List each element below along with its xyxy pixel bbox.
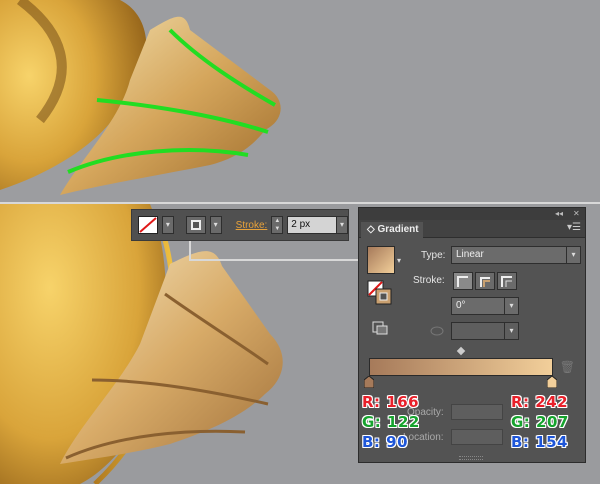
stroke-label: Stroke: [413,275,445,286]
gradient-swatch-dropdown-icon[interactable]: ▾ [397,256,401,265]
aspect-ratio-icon [430,326,444,336]
close-panel-icon[interactable]: ✕ [573,208,580,220]
right-stop-blue-value: B: 154 [511,433,568,451]
right-stop-green-value: G: 207 [511,413,569,431]
spin-up-icon[interactable]: ▲ [272,217,282,225]
chevron-down-icon: ▾ [504,298,518,314]
top-horn-illustration [0,0,281,196]
chevron-down-icon: ▾ [504,323,518,339]
fill-stroke-toggle[interactable] [367,280,393,306]
opacity-input[interactable] [451,404,503,420]
stroke-weight-input[interactable]: 2 px [287,216,338,234]
panel-resize-handle[interactable] [459,456,483,460]
top-artwork-view [0,0,600,202]
stroke-weight-dropdown[interactable]: ▾ [336,216,348,234]
chevron-down-icon: ▾ [566,247,580,263]
gradient-stop-right[interactable] [547,376,557,388]
location-label: Location: [403,432,444,443]
type-select-value: Linear [456,249,484,260]
connector-line-horizontal [189,259,361,261]
gradient-annotator-icon[interactable] [371,320,389,336]
stroke-along-icon [480,277,490,287]
gradient-slider[interactable] [369,358,553,376]
angle-input[interactable]: 0° ▾ [451,297,519,315]
stroke-along-button[interactable] [475,272,495,290]
panel-tab-bar: ◇ Gradient ▾☰ [359,220,585,238]
stroke-weight-stepper[interactable]: ▲ ▼ [271,216,284,234]
stroke-control-bar: ▾ ▾ Stroke: ▲ ▼ 2 px ▾ [131,209,349,241]
none-slash-icon [139,217,157,233]
gradient-stop-left[interactable] [364,376,374,388]
tab-gradient-label: Gradient [377,224,419,235]
stroke-dropdown-button[interactable]: ▾ [209,216,222,234]
delete-stop-icon[interactable]: 🗑 [560,360,575,374]
midpoint-diamond[interactable] [456,346,466,356]
stroke-within-icon [457,276,468,287]
spin-down-icon[interactable]: ▼ [272,225,282,233]
left-stop-blue-value: B: 90 [362,433,409,451]
tab-gradient[interactable]: ◇ Gradient [361,222,423,238]
stroke-across-button[interactable] [497,272,517,290]
panel-menu-icon[interactable]: ▾☰ [567,222,581,233]
tab-options-icon: ◇ [367,224,375,235]
left-stop-red-value: R: 166 [362,393,420,411]
gradient-preview-swatch[interactable] [367,246,395,274]
aspect-ratio-input[interactable]: ▾ [451,322,519,340]
stroke-swatch[interactable] [185,216,206,234]
right-stop-red-value: R: 242 [511,393,569,411]
stroke-weight-label[interactable]: Stroke: [236,220,268,231]
stroke-square-icon [190,220,201,230]
stroke-within-button[interactable] [453,272,473,290]
fill-stroke-icon [367,280,392,305]
location-input[interactable] [451,429,503,445]
stroke-across-icon [501,276,512,287]
fill-none-swatch[interactable] [138,216,158,234]
type-label: Type: [421,250,446,261]
left-stop-green-value: G: 122 [362,413,420,431]
angle-value: 0° [456,300,466,311]
panel-title-bar[interactable]: ◂◂ ✕ [359,208,585,220]
collapse-panel-icon[interactable]: ◂◂ [555,208,563,220]
fill-dropdown-button[interactable]: ▾ [161,216,174,234]
type-select[interactable]: Linear ▾ [451,246,581,264]
